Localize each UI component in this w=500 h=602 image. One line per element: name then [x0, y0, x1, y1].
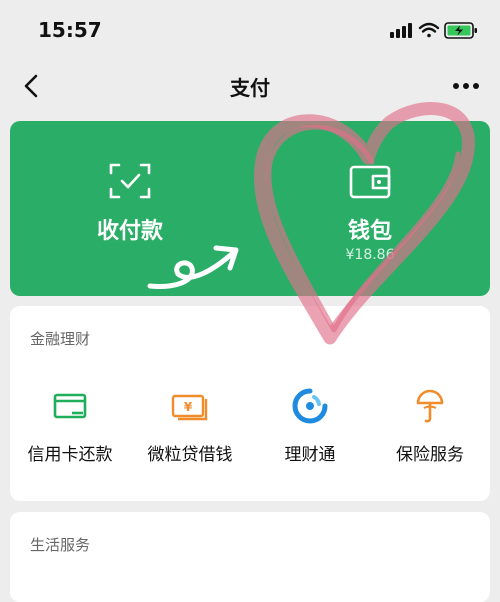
svg-text:¥: ¥	[184, 400, 193, 414]
section-title-life: 生活服务	[30, 536, 91, 554]
service-label: 保险服务	[396, 445, 464, 465]
section-title-finance: 金融理财	[30, 330, 91, 348]
status-time: 15:57	[38, 18, 102, 42]
more-button[interactable]	[446, 68, 486, 104]
life-section: 生活服务	[10, 512, 490, 602]
collect-pay-button[interactable]: 收付款	[10, 121, 250, 296]
wallet-card: 收付款 钱包 ¥18.86	[10, 121, 490, 296]
collect-pay-label: 收付款	[96, 219, 163, 244]
service-licaitong[interactable]: 理财通	[250, 386, 370, 465]
page-title: 支付	[230, 76, 270, 100]
wallet-icon	[349, 165, 391, 199]
service-credit-card-repay[interactable]: 信用卡还款	[10, 386, 130, 465]
status-bar: 15:57	[0, 0, 500, 58]
service-label: 信用卡还款	[27, 445, 113, 465]
service-insurance[interactable]: 保险服务	[370, 386, 490, 465]
service-label: 理财通	[284, 445, 336, 465]
wallet-button[interactable]: 钱包 ¥18.86	[250, 121, 490, 296]
finance-section: 金融理财 信用卡还款 ¥ 微粒贷借钱 理财通 保险服务	[10, 306, 490, 501]
scan-check-icon	[109, 163, 151, 199]
umbrella-icon	[416, 389, 444, 423]
wealth-icon	[292, 388, 328, 424]
service-label: 微粒贷借钱	[147, 445, 233, 465]
service-weilidai[interactable]: ¥ 微粒贷借钱	[130, 386, 250, 465]
wallet-label: 钱包	[347, 219, 392, 244]
status-icons	[390, 18, 480, 42]
more-dots-icon	[453, 83, 479, 89]
cellular-signal-icon	[390, 23, 412, 38]
nav-bar: 支付	[0, 58, 500, 114]
battery-charging-icon	[444, 22, 477, 39]
wifi-icon	[418, 22, 440, 38]
credit-card-icon	[53, 393, 87, 419]
money-bill-icon: ¥	[171, 394, 208, 421]
wallet-balance: ¥18.86	[345, 247, 395, 263]
